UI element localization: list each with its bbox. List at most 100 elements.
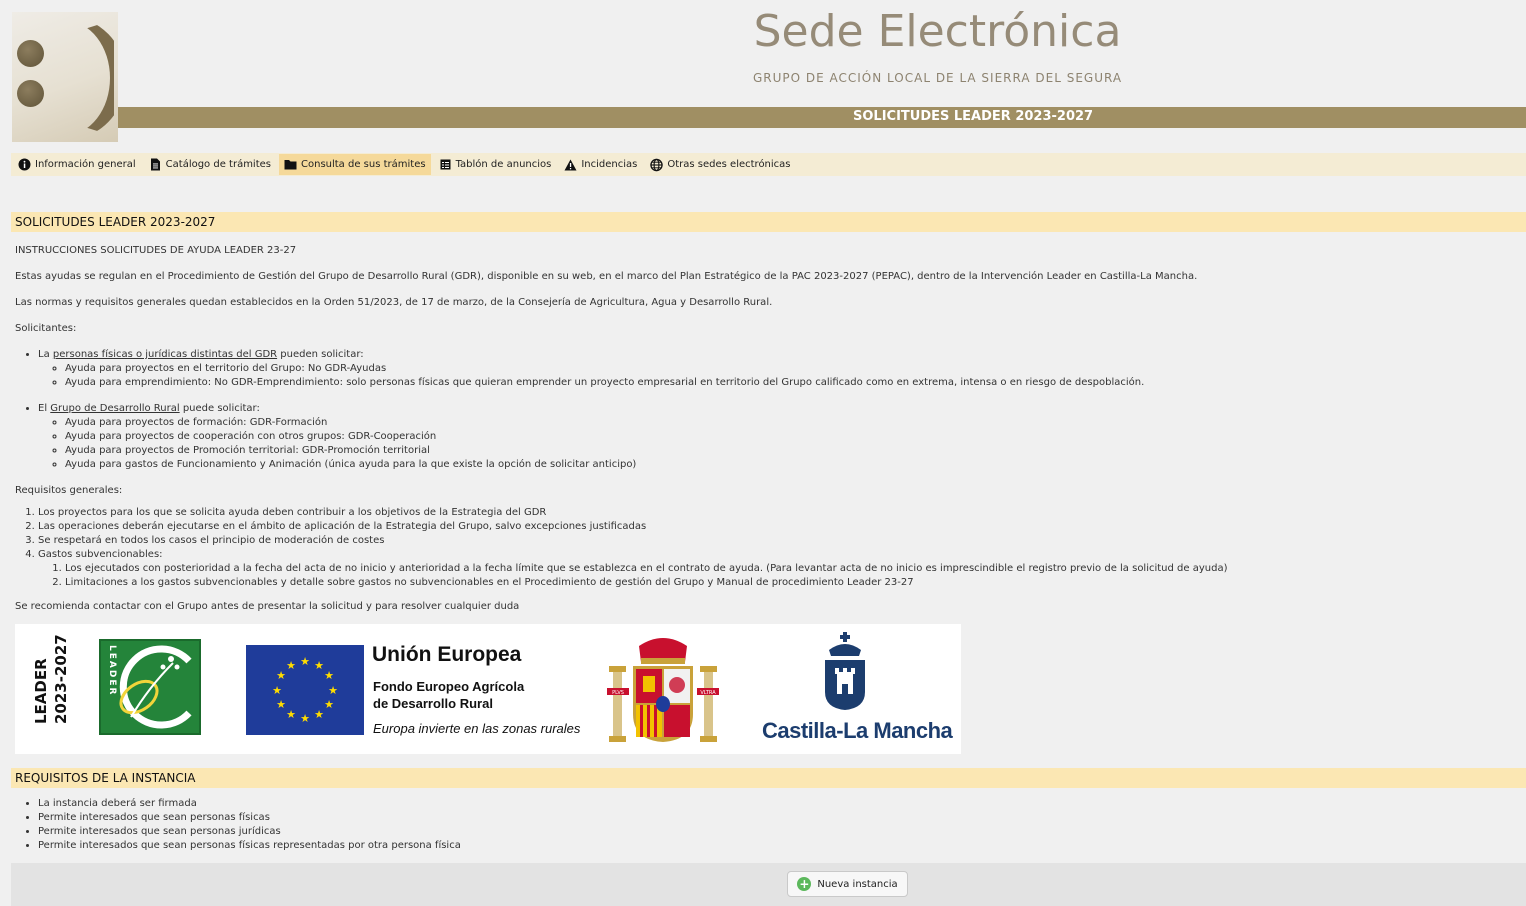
nav-label: Otras sedes electrónicas (667, 159, 791, 170)
text-fragment: La (38, 349, 53, 360)
nav-label: Incidencias (581, 159, 638, 170)
list-item: Ayuda para proyectos de Promoción territ… (65, 444, 1515, 458)
leader-emblem-icon (119, 645, 192, 729)
eu-motto: Europa invierte en las zonas rurales (373, 721, 581, 736)
list-item: Ayuda para gastos de Funcionamiento y An… (65, 458, 1515, 472)
site-logo[interactable] (12, 12, 118, 142)
eu-flag-icon: ★ ★ ★ ★ ★ ★ ★ ★ ★ ★ ★ ★ (246, 645, 364, 735)
nav-item-informacion-general[interactable]: Información general (13, 154, 141, 175)
list-item: El Grupo de Desarrollo Rural puede solic… (38, 402, 1515, 472)
recommendation-text: Se recomienda contactar con el Grupo ant… (15, 601, 520, 612)
svg-text:★: ★ (324, 698, 334, 711)
svg-text:★: ★ (276, 669, 286, 682)
svg-text:★: ★ (328, 684, 338, 697)
new-instance-button[interactable]: + Nueva instancia (787, 871, 908, 897)
list-item: Limitaciones a los gastos subvencionable… (65, 576, 1515, 590)
castilla-la-mancha-logo-icon (825, 632, 865, 710)
list-item: Se respetará en todos los casos el princ… (38, 534, 1515, 548)
instance-requirements-list: La instancia deberá ser firmada Permite … (38, 797, 461, 853)
text-fragment: Gastos subvencionables: (38, 549, 163, 560)
list-item: Ayuda para emprendimiento: No GDR-Empren… (65, 376, 1515, 390)
funding-logos: LEADER 2023-2027 LEADER ★ ★ ★ ★ ★ ★ ★ ★ … (15, 624, 961, 754)
info-icon (18, 158, 31, 171)
list-item: La personas físicas o jurídicas distinta… (38, 348, 1515, 390)
instructions-content: INSTRUCCIONES SOLICITUDES DE AYUDA LEADE… (15, 244, 1515, 626)
nav-item-consulta-tramites[interactable]: Consulta de sus trámites (279, 154, 431, 175)
list-item: Permite interesados que sean personas fí… (38, 839, 461, 853)
eu-fund-line2: de Desarrollo Rural (373, 696, 493, 711)
site-title: Sede Electrónica (753, 6, 1122, 57)
list-item: Permite interesados que sean personas ju… (38, 825, 461, 839)
text-fragment: El (38, 403, 51, 414)
svg-text:★: ★ (314, 708, 324, 721)
solicitantes-list: La personas físicas o jurídicas distinta… (38, 348, 1515, 390)
logo-dot-top (17, 40, 44, 67)
globe-icon (650, 158, 664, 171)
paragraph-regulation: Estas ayudas se regulan en el Procedimie… (15, 271, 1198, 282)
warning-icon (564, 158, 577, 171)
spain-coat-of-arms-icon: PLVS VLTRA (607, 638, 719, 742)
leader-years: 2023-2027 (52, 634, 70, 724)
nav-item-otras-sedes[interactable]: Otras sedes electrónicas (645, 154, 795, 175)
svg-text:★: ★ (300, 712, 310, 725)
instructions-title: INSTRUCCIONES SOLICITUDES DE AYUDA LEADE… (15, 245, 297, 256)
sub-list: Ayuda para proyectos en el territorio de… (65, 362, 1515, 390)
procedure-banner: SOLICITUDES LEADER 2023-2027 (118, 107, 1526, 128)
eu-fund-line1: Fondo Europeo Agrícola (373, 679, 525, 694)
section-title-solicitudes: SOLICITUDES LEADER 2023-2027 (11, 212, 1526, 232)
nav-label: Catálogo de trámites (165, 159, 271, 170)
list-item: Permite interesados que sean personas fí… (38, 811, 461, 825)
document-icon (149, 158, 162, 171)
board-icon (439, 158, 452, 171)
nav-item-tablon-anuncios[interactable]: Tablón de anuncios (434, 154, 557, 175)
eu-title: Unión Europea (372, 643, 522, 666)
banner-title: SOLICITUDES LEADER 2023-2027 (853, 109, 1094, 124)
svg-text:★: ★ (276, 698, 286, 711)
list-item: La instancia deberá ser firmada (38, 797, 461, 811)
list-item: Las operaciones deberán ejecutarse en el… (38, 520, 1515, 534)
requisitos-list: Los proyectos para los que se solicita a… (38, 506, 1515, 590)
svg-text:★: ★ (300, 655, 310, 668)
nav-item-catalogo-tramites[interactable]: Catálogo de trámites (144, 154, 276, 175)
svg-text:★: ★ (286, 708, 296, 721)
solicitantes-label: Solicitantes: (15, 323, 77, 334)
coat-band-left: PLVS (612, 690, 624, 696)
list-item: Los proyectos para los que se solicita a… (38, 506, 1515, 520)
text-fragment: puede solicitar: (179, 403, 260, 414)
gastos-list: Los ejecutados con posterioridad a la fe… (65, 562, 1515, 590)
nav-label: Tablón de anuncios (455, 159, 552, 170)
castilla-la-mancha-name: Castilla-La Mancha (762, 718, 953, 743)
list-item: Ayuda para proyectos en el territorio de… (65, 362, 1515, 376)
main-nav: Información general Catálogo de trámites… (11, 153, 1526, 176)
new-instance-label: Nueva instancia (817, 878, 898, 890)
grupo-list: El Grupo de Desarrollo Rural puede solic… (38, 402, 1515, 472)
logo-parenthesis (52, 16, 114, 134)
leader-period-logo: LEADER 2023-2027 (31, 634, 75, 724)
section-title-requisitos-instancia: REQUISITOS DE LA INSTANCIA (11, 768, 1526, 788)
svg-text:★: ★ (286, 659, 296, 672)
site-subtitle: GRUPO DE ACCIÓN LOCAL DE LA SIERRA DEL S… (752, 71, 1123, 85)
action-bar (11, 863, 1526, 906)
logo-dot-bottom (17, 80, 44, 107)
nav-item-incidencias[interactable]: Incidencias (559, 154, 642, 175)
grupo-desarrollo-link[interactable]: Grupo de Desarrollo Rural (50, 403, 179, 414)
list-item: Gastos subvencionables: Los ejecutados c… (38, 548, 1515, 590)
coat-band-right: VLTRA (700, 690, 716, 696)
list-item: Ayuda para proyectos de formación: GDR-F… (65, 416, 1515, 430)
nav-label: Consulta de sus trámites (301, 159, 426, 170)
text-fragment: pueden solicitar: (277, 349, 364, 360)
folder-icon (284, 158, 297, 171)
list-item: Los ejecutados con posterioridad a la fe… (65, 562, 1515, 576)
svg-text:★: ★ (324, 669, 334, 682)
leader-logo: LEADER (99, 639, 201, 735)
plus-icon: + (797, 877, 812, 891)
svg-text:★: ★ (272, 684, 282, 697)
svg-text:★: ★ (314, 659, 324, 672)
paragraph-norms: Las normas y requisitos generales quedan… (15, 297, 773, 308)
eu-stars-icon: ★ ★ ★ ★ ★ ★ ★ ★ ★ ★ ★ ★ (272, 655, 338, 725)
list-item: Ayuda para proyectos de cooperación con … (65, 430, 1515, 444)
nav-label: Información general (35, 159, 136, 170)
personas-fisicas-link[interactable]: personas físicas o jurídicas distintas d… (53, 349, 277, 360)
sub-list: Ayuda para proyectos de formación: GDR-F… (65, 416, 1515, 472)
leader-text: LEADER (32, 658, 50, 724)
